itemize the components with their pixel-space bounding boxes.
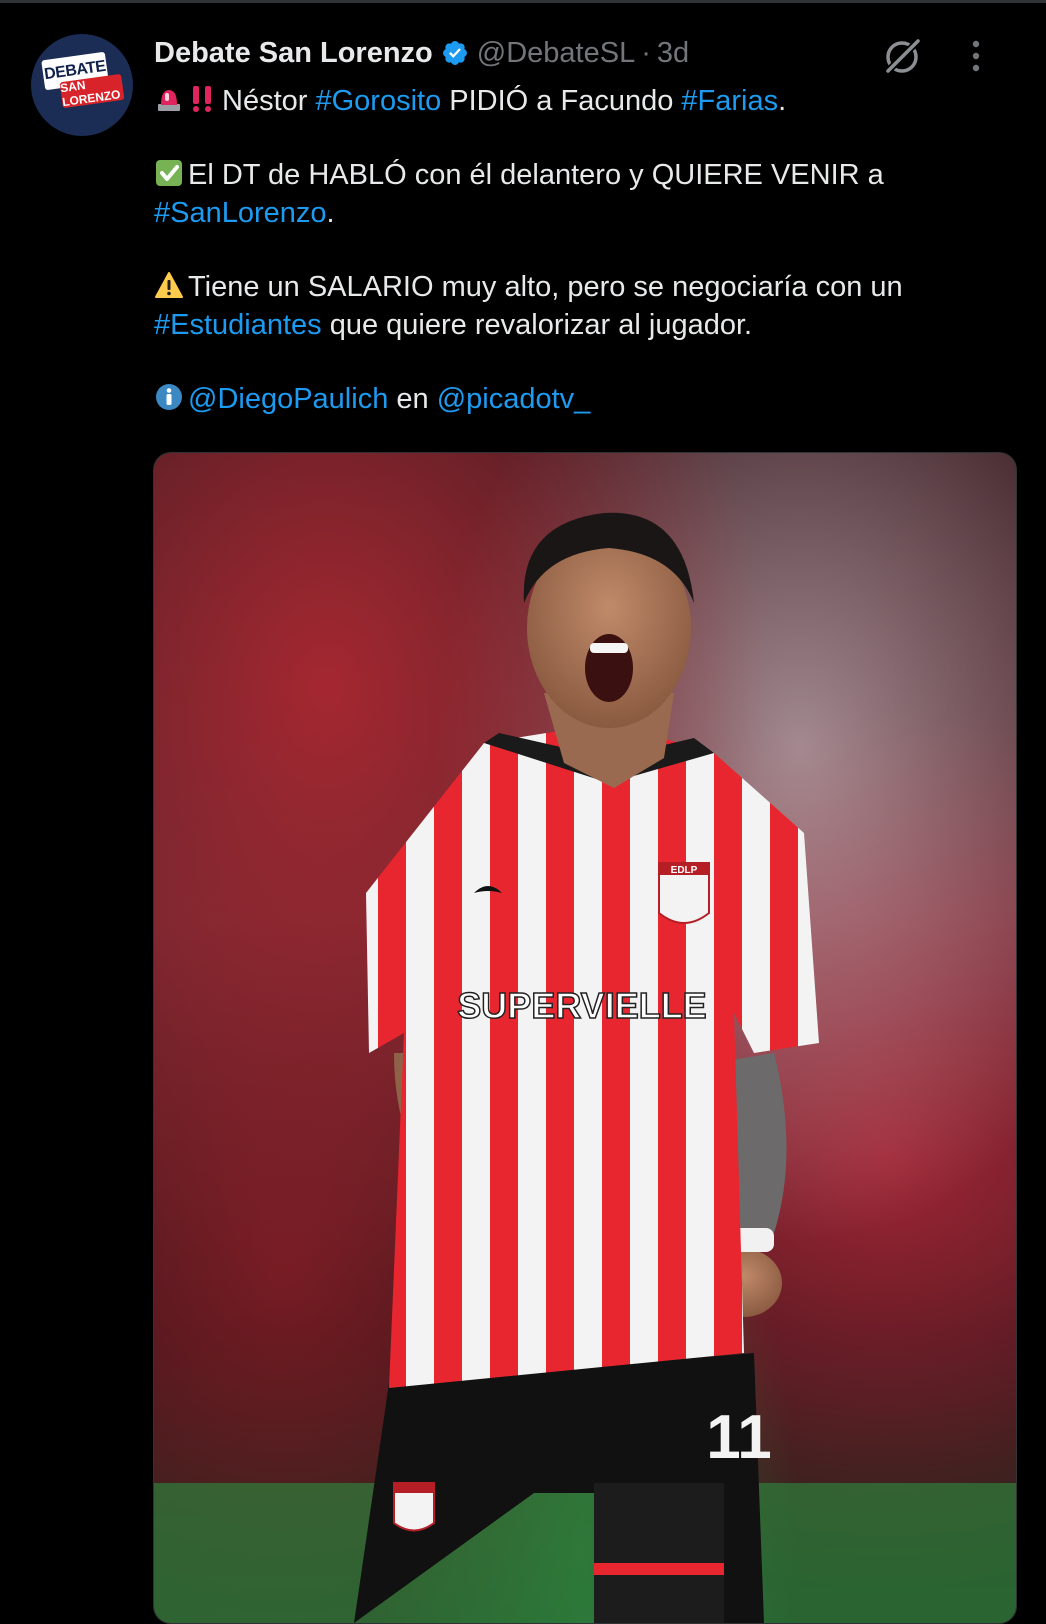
tweet-paragraph-2: El DT de HABLÓ con él delantero y QUIERE…	[154, 156, 994, 232]
warning-emoji	[155, 272, 183, 298]
tweet-text: Néstor #Gorosito PIDIÓ a Facundo #Farias…	[154, 82, 994, 418]
hashtag-link[interactable]: #SanLorenzo	[154, 197, 327, 229]
jersey-crest-text: EDLP	[671, 865, 698, 876]
jersey-sponsor-text: SUPERVIELLE	[457, 985, 706, 1026]
more-options-icon[interactable]	[958, 35, 994, 79]
tweet-text-segment: El DT de HABLÓ con él delantero y QUIERE…	[188, 159, 884, 191]
tweet-text-segment: Néstor	[222, 85, 316, 117]
avatar[interactable]: DEBATE SAN LORENZO	[31, 34, 133, 136]
mention-link[interactable]: @picadotv_	[437, 383, 591, 415]
tweet-text-segment: .	[326, 197, 335, 229]
tweet-paragraph-1: Néstor #Gorosito PIDIÓ a Facundo #Farias…	[154, 82, 994, 120]
top-divider	[0, 0, 1046, 3]
hashtag-link[interactable]: #Farias	[681, 85, 778, 117]
check-mark-button-emoji	[156, 160, 182, 186]
time-separator: ·	[641, 36, 651, 69]
hashtag-link[interactable]: #Estudiantes	[154, 309, 322, 341]
verified-badge-icon	[442, 41, 467, 65]
tweet-text-segment: que quiere revalorizar al jugador.	[321, 309, 753, 341]
grok-icon[interactable]	[880, 35, 924, 79]
display-name[interactable]: Debate San Lorenzo	[154, 37, 433, 70]
tweet-text-segment: Tiene un SALARIO muy alto, pero se negoc…	[188, 271, 903, 303]
double-exclamation-emoji	[193, 86, 211, 112]
shorts-number-text: 11	[706, 1403, 772, 1472]
player-illustration: EDLP SUPERVIELLE 11	[154, 512, 1016, 1623]
tweet-text-segment: en	[388, 383, 437, 415]
hashtag-link[interactable]: #Gorosito	[315, 85, 441, 117]
tweet-text-segment: PIDIÓ a Facundo	[441, 85, 682, 117]
tweet-paragraph-4: @DiegoPaulich en @picadotv_	[154, 380, 994, 418]
information-emoji	[156, 384, 182, 410]
tweet-text-segment: .	[778, 85, 787, 117]
avatar-logo-bottom: SAN LORENZO	[59, 73, 125, 109]
handle[interactable]: @DebateSL	[477, 37, 635, 70]
police-light-emoji	[158, 90, 180, 111]
tweet-media-image[interactable]: EDLP SUPERVIELLE 11	[153, 452, 1017, 1624]
mention-link[interactable]: @DiegoPaulich	[188, 383, 388, 415]
tweet-paragraph-3: Tiene un SALARIO muy alto, pero se negoc…	[154, 268, 994, 344]
timestamp[interactable]: 3d	[657, 37, 689, 70]
tweet-header: Debate San Lorenzo @DebateSL · 3d	[154, 33, 689, 73]
